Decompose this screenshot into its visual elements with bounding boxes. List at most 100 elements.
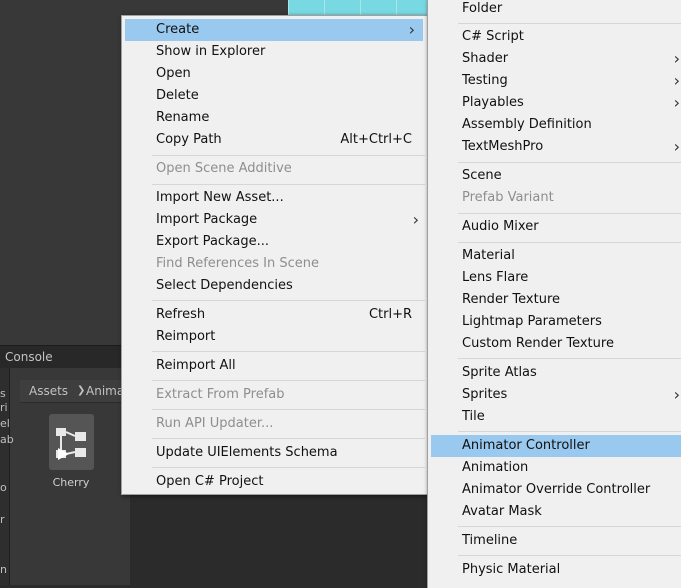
create-menu-item-label: TextMeshPro [462, 139, 544, 154]
menu-separator [152, 184, 425, 185]
tree-text[interactable]: ri [0, 402, 8, 414]
create-menu-item-sprite-atlas[interactable]: Sprite Atlas [428, 362, 681, 384]
context-menu-item-label: Rename [156, 110, 210, 125]
context-menu-item-show-in-explorer[interactable]: Show in Explorer [122, 41, 427, 63]
create-menu-item-material[interactable]: Material [428, 245, 681, 267]
context-menu-item-label: Copy Path [156, 132, 222, 147]
context-menu-item-import-package[interactable]: Import Package › [122, 209, 427, 231]
menu-separator [458, 23, 681, 24]
context-menu-item-open[interactable]: Open [122, 63, 427, 85]
context-menu-item-open-scene-additive: Open Scene Additive [122, 158, 427, 180]
context-menu-item-refresh[interactable]: Refresh Ctrl+R [122, 304, 427, 326]
create-menu-item-audio-mixer[interactable]: Audio Mixer [428, 216, 681, 238]
create-menu-item-lens-flare[interactable]: Lens Flare [428, 267, 681, 289]
create-menu-item-label: Prefab Variant [462, 190, 554, 205]
create-menu-item-animator-controller[interactable]: Animator Controller [431, 435, 681, 457]
create-menu-item-scene[interactable]: Scene [428, 165, 681, 187]
create-menu-item-animation[interactable]: Animation [428, 457, 681, 479]
context-menu-item-import-new-asset[interactable]: Import New Asset... [122, 187, 427, 209]
menu-separator [458, 213, 681, 214]
context-menu-item-delete[interactable]: Delete [122, 85, 427, 107]
create-menu-item-label: Animator Override Controller [462, 482, 651, 497]
create-menu-item-avatar-mask[interactable]: Avatar Mask [428, 501, 681, 523]
create-menu-item-label: Shader [462, 51, 509, 66]
menu-separator [458, 162, 681, 163]
create-submenu: Folder C# Script Shader › Testing › Playables ›… [427, 0, 681, 588]
console-tab[interactable]: Console [0, 346, 60, 368]
asset-label: Cherry [52, 476, 90, 489]
tree-text[interactable]: ab [0, 434, 14, 446]
create-menu-item-folder[interactable]: Folder [428, 0, 681, 20]
breadcrumb: Assets ❯ Anima [20, 380, 130, 403]
create-menu-item-label: Sprite Atlas [462, 365, 537, 380]
animator-controller-asset-icon[interactable] [49, 414, 94, 470]
context-menu-item-label: Select Dependencies [156, 278, 293, 293]
create-menu-item-testing[interactable]: Testing › [428, 70, 681, 92]
menu-separator [152, 438, 425, 439]
create-menu-item-label: Audio Mixer [462, 219, 539, 234]
breadcrumb-animations[interactable]: Anima [86, 380, 124, 402]
create-menu-item-textmeshpro[interactable]: TextMeshPro › [428, 136, 681, 158]
context-menu-item-label: Open [156, 66, 191, 81]
context-menu-item-label: Export Package... [156, 234, 269, 249]
menu-separator [152, 351, 425, 352]
create-menu-item-label: Testing [462, 73, 508, 88]
create-menu-item-label: C# Script [462, 29, 524, 44]
create-menu-item-lightmap-parameters[interactable]: Lightmap Parameters [428, 311, 681, 333]
context-menu-item-select-dependencies[interactable]: Select Dependencies [122, 275, 427, 297]
context-menu-item-update-uielements-schema[interactable]: Update UIElements Schema [122, 442, 427, 464]
create-menu-item-c-script[interactable]: C# Script [428, 26, 681, 48]
context-menu-item-label: Update UIElements Schema [156, 445, 338, 460]
create-menu-item-label: Avatar Mask [462, 504, 542, 519]
context-menu-item-rename[interactable]: Rename [122, 107, 427, 129]
tree-text[interactable]: el [0, 418, 10, 430]
context-menu-item-label: Import Package [156, 212, 258, 227]
context-menu-item-shortcut: Alt+Ctrl+C [340, 132, 412, 147]
context-menu-item-find-references-in-scene: Find References In Scene [122, 253, 427, 275]
create-menu-item-label: Render Texture [462, 292, 561, 307]
create-menu-item-prefab-variant: Prefab Variant [428, 187, 681, 209]
context-menu-item-reimport-all[interactable]: Reimport All [122, 355, 427, 377]
create-menu-item-label: Lightmap Parameters [462, 314, 602, 329]
create-menu-item-label: Physic Material [462, 562, 561, 577]
context-menu-item-export-package[interactable]: Export Package... [122, 231, 427, 253]
context-menu: Create › Show in Explorer Open Delete Rename C… [121, 15, 428, 495]
project-tree: s ri el ab o r n [0, 368, 14, 585]
tree-text[interactable]: o [0, 482, 7, 494]
context-menu-item-reimport[interactable]: Reimport [122, 326, 427, 348]
create-menu-item-label: Custom Render Texture [462, 336, 614, 351]
create-menu-item-label: Scene [462, 168, 502, 183]
create-menu-item-shader[interactable]: Shader › [428, 48, 681, 70]
context-menu-item-open-c-project[interactable]: Open C# Project [122, 471, 427, 493]
create-menu-item-custom-render-texture[interactable]: Custom Render Texture [428, 333, 681, 355]
create-menu-item-sprites[interactable]: Sprites › [428, 384, 681, 406]
context-menu-item-label: Open C# Project [156, 474, 264, 489]
context-menu-item-run-api-updater: Run API Updater... [122, 413, 427, 435]
create-menu-item-tile[interactable]: Tile [428, 406, 681, 428]
create-menu-item-physic-material[interactable]: Physic Material [428, 559, 681, 581]
create-menu-item-timeline[interactable]: Timeline [428, 530, 681, 552]
menu-separator [458, 242, 681, 243]
tree-text[interactable]: s [0, 388, 6, 400]
create-menu-item-assembly-definition[interactable]: Assembly Definition [428, 114, 681, 136]
tree-text[interactable]: n [0, 564, 7, 576]
submenu-arrow-icon: › [673, 385, 680, 404]
submenu-arrow-icon: › [673, 49, 680, 68]
context-menu-item-shortcut: Ctrl+R [368, 307, 412, 322]
submenu-arrow-icon: › [412, 210, 419, 229]
breadcrumb-assets[interactable]: Assets [29, 380, 68, 402]
context-menu-item-create[interactable]: Create › [125, 19, 423, 41]
create-menu-item-playables[interactable]: Playables › [428, 92, 681, 114]
create-menu-item-label: Timeline [462, 533, 518, 548]
context-menu-item-copy-path[interactable]: Copy Path Alt+Ctrl+C [122, 129, 427, 151]
create-menu-item-label: Lens Flare [462, 270, 529, 285]
create-menu-item-label: Sprites [462, 387, 508, 402]
context-menu-item-label: Open Scene Additive [156, 161, 292, 176]
context-menu-item-label: Show in Explorer [156, 44, 266, 59]
tree-text[interactable]: r [0, 514, 5, 526]
context-menu-item-label: Refresh [156, 307, 206, 322]
create-menu-item-animator-override-controller[interactable]: Animator Override Controller [428, 479, 681, 501]
menu-separator [458, 431, 681, 432]
console-tab-bar: Console [0, 345, 130, 369]
create-menu-item-render-texture[interactable]: Render Texture [428, 289, 681, 311]
